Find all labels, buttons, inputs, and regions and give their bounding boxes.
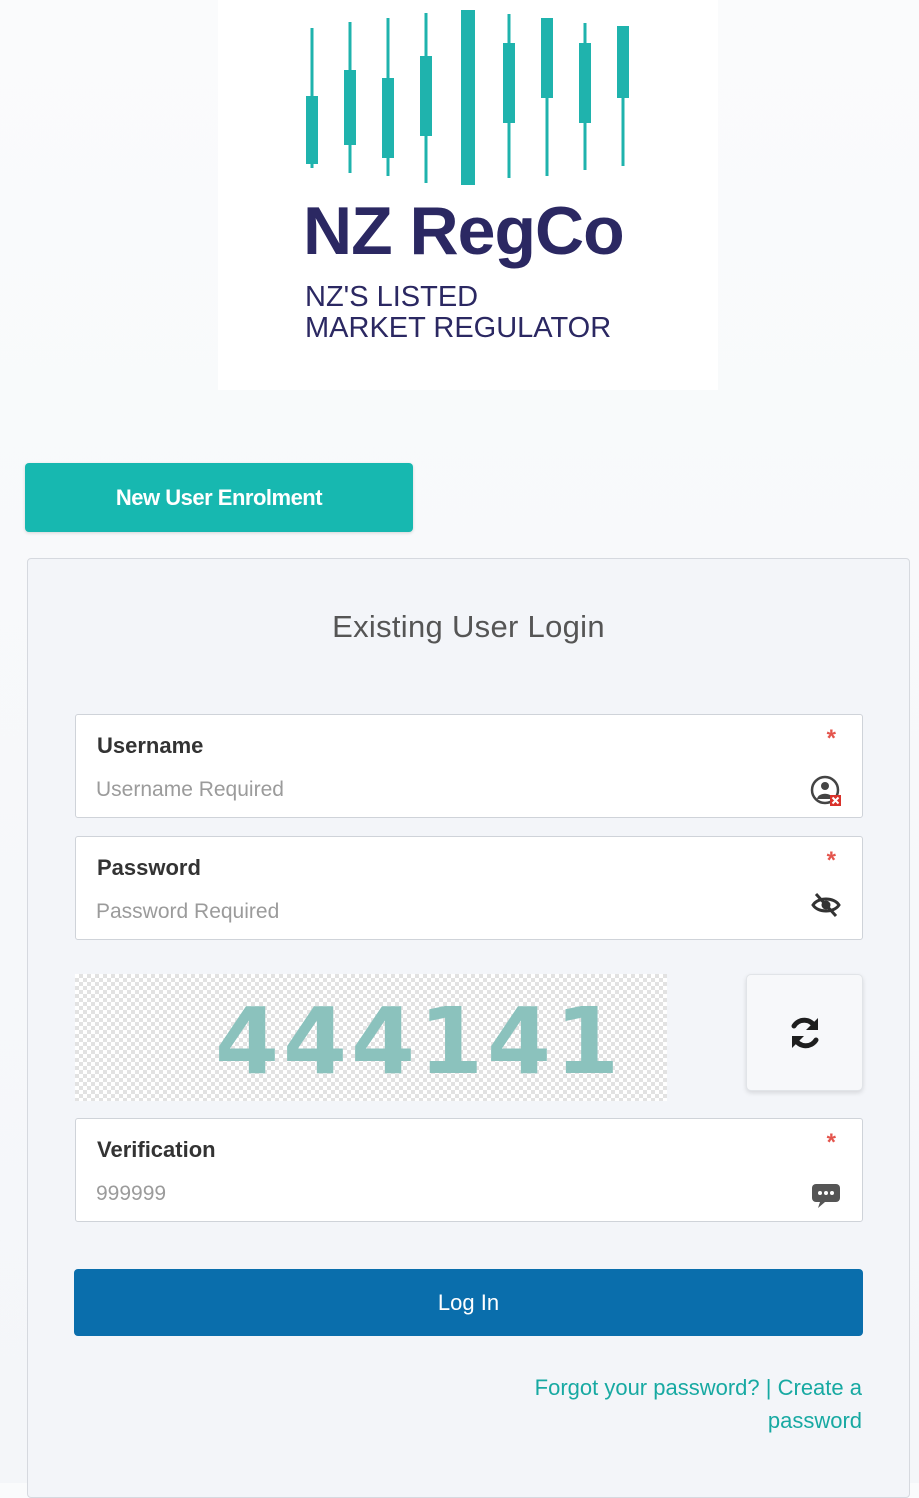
password-label: Password	[97, 855, 201, 880]
log-in-button[interactable]: Log In	[74, 1269, 863, 1336]
required-marker: *	[826, 725, 836, 752]
password-links: Forgot your password? | Create a passwor…	[462, 1371, 862, 1437]
create-password-link[interactable]: Create a password	[768, 1375, 862, 1433]
refresh-icon	[791, 1017, 819, 1049]
verification-input[interactable]	[96, 1177, 786, 1211]
verification-label: Verification	[97, 1137, 216, 1162]
username-input[interactable]	[96, 773, 786, 807]
required-marker: *	[826, 1129, 836, 1156]
username-label: Username	[97, 733, 204, 758]
login-card-title: Existing User Login	[332, 609, 605, 644]
message-icon	[812, 1184, 840, 1208]
login-card: Existing User Login Username * Password …	[27, 558, 910, 1498]
forgot-password-link[interactable]: Forgot your password?	[535, 1375, 760, 1400]
verification-field[interactable]: Verification *	[75, 1118, 863, 1222]
password-field[interactable]: Password *	[75, 836, 863, 940]
password-input[interactable]	[96, 895, 786, 929]
brand-tagline: NZ'S LISTED MARKET REGULATOR	[305, 282, 611, 344]
brand-name: NZ RegCo	[303, 193, 625, 269]
captcha-image: 444141	[75, 974, 667, 1101]
captcha-refresh-button[interactable]	[746, 974, 863, 1091]
brand-logo-panel: NZ RegCo NZ'S LISTED MARKET REGULATOR	[218, 0, 718, 390]
required-marker: *	[826, 847, 836, 874]
links-separator: |	[765, 1375, 772, 1400]
user-error-icon	[810, 775, 841, 806]
brand-tagline-line2: MARKET REGULATOR	[305, 312, 612, 344]
eye-slash-icon[interactable]	[810, 889, 842, 921]
captcha-code: 444141	[215, 988, 624, 1095]
brand-tagline-line1: NZ'S LISTED	[305, 281, 479, 313]
username-field[interactable]: Username *	[75, 714, 863, 818]
brand-bars-logo	[306, 10, 629, 185]
new-user-enrolment-button[interactable]: New User Enrolment	[25, 463, 413, 532]
